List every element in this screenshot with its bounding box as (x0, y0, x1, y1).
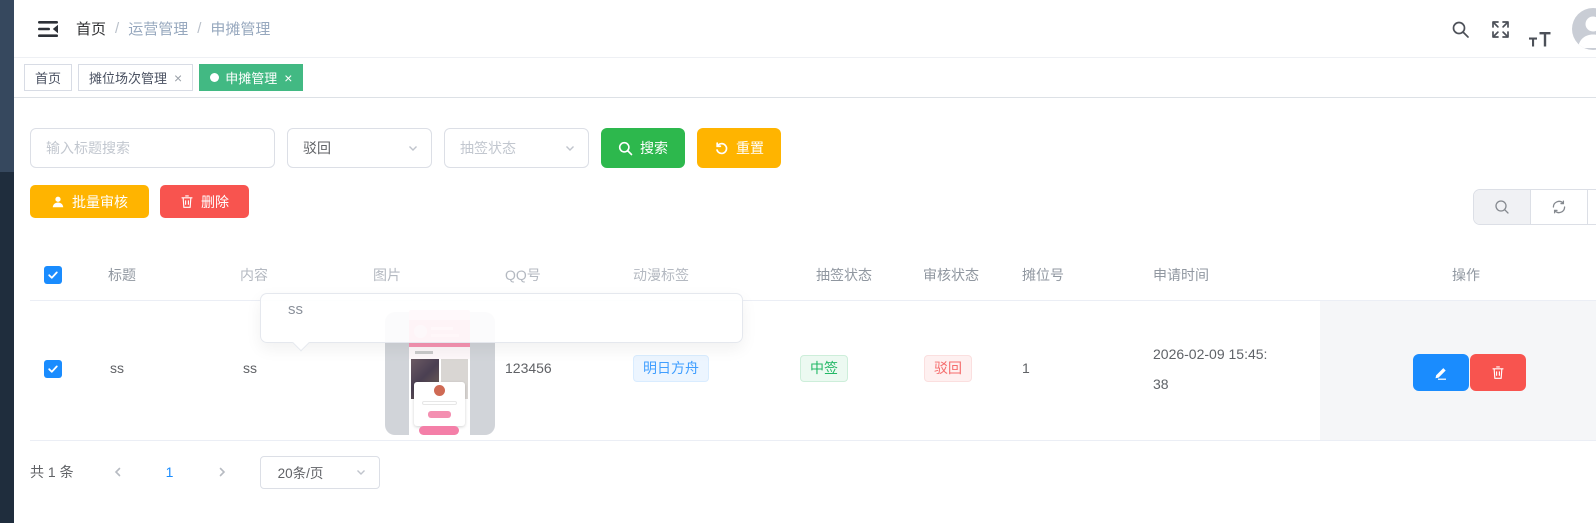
breadcrumb-separator: / (197, 20, 201, 37)
tooltip-text: ss (288, 301, 303, 318)
pagination: 共 1 条 1 20条/页 (30, 452, 380, 492)
column-header-actions: 操作 (1452, 250, 1480, 300)
navbar: 首页 / 运营管理 / 申摊管理 (14, 0, 1596, 58)
column-header-lottery-status: 抽签状态 (816, 250, 872, 300)
breadcrumb-separator: / (115, 20, 119, 37)
tags-view-bar: 首页 摊位场次管理 × 申摊管理 × (14, 58, 1596, 98)
search-button[interactable]: 搜索 (601, 128, 685, 168)
table-row-border (30, 440, 1596, 441)
tab-close-icon[interactable]: × (174, 71, 182, 85)
bulk-delete-button[interactable]: 删除 (160, 185, 249, 218)
check-icon (47, 363, 59, 375)
tab-home[interactable]: 首页 (24, 64, 72, 91)
chevron-right-icon (216, 466, 228, 478)
navbar-right (1440, 0, 1596, 58)
refresh-icon (714, 141, 729, 156)
review-status-tag: 驳回 (924, 355, 972, 382)
row-delete-button[interactable] (1470, 354, 1526, 391)
page-number-current[interactable]: 1 (152, 464, 188, 480)
reset-button[interactable]: 重置 (697, 128, 781, 168)
anime-tag: 明日方舟 (633, 355, 709, 382)
title-search-input[interactable] (30, 128, 275, 168)
font-size-icon[interactable] (1520, 9, 1560, 49)
lottery-status-select[interactable]: 抽签状态 (444, 128, 589, 168)
chevron-down-icon (564, 142, 576, 154)
content-tooltip: ss (260, 293, 743, 343)
check-icon (47, 269, 59, 281)
toolbar-column-settings-button[interactable] (1588, 190, 1596, 224)
search-icon (1494, 199, 1510, 215)
trash-icon (180, 194, 194, 209)
chevron-down-icon (355, 466, 367, 478)
table-toolbar (1473, 189, 1596, 225)
sidebar-active-item[interactable] (0, 0, 14, 172)
cell-qq: 123456 (505, 360, 552, 376)
bulk-action-bar: 批量审核 删除 (30, 185, 249, 218)
pencil-icon (1433, 365, 1449, 381)
search-button-label: 搜索 (640, 138, 668, 158)
tab-label: 申摊管理 (225, 68, 277, 87)
user-avatar[interactable] (1572, 8, 1596, 50)
header-search-icon[interactable] (1440, 9, 1480, 49)
refresh-icon (1551, 199, 1567, 215)
active-tab-dot (210, 73, 219, 82)
cell-title: ss (110, 360, 124, 376)
column-header-apply-time: 申请时间 (1153, 250, 1209, 300)
batch-review-button[interactable]: 批量审核 (30, 185, 149, 218)
tab-close-icon[interactable]: × (284, 71, 292, 85)
toolbar-refresh-button[interactable] (1531, 190, 1588, 224)
tab-booth-session-mgmt[interactable]: 摊位场次管理 × (78, 64, 193, 91)
reset-button-label: 重置 (736, 138, 764, 158)
cell-booth-no: 1 (1022, 360, 1030, 376)
toolbar-search-toggle-button[interactable] (1474, 190, 1531, 224)
prev-page-button[interactable] (102, 456, 134, 488)
chevron-left-icon (112, 466, 124, 478)
review-status-select[interactable]: 驳回 (287, 128, 432, 168)
column-header-title: 标题 (108, 250, 136, 300)
hamburger-icon[interactable] (30, 11, 66, 47)
batch-review-label: 批量审核 (72, 192, 128, 212)
page-size-value: 20条/页 (278, 462, 324, 482)
tab-label: 摊位场次管理 (89, 68, 167, 87)
page-size-select[interactable]: 20条/页 (260, 456, 380, 489)
filter-bar: 驳回 抽签状态 搜索 重置 (30, 128, 781, 168)
search-icon (618, 141, 633, 156)
breadcrumb-home[interactable]: 首页 (76, 18, 106, 39)
trash-icon (1491, 365, 1505, 380)
cell-content: ss (243, 360, 257, 376)
lottery-status-select-placeholder: 抽签状态 (460, 138, 516, 158)
tab-booth-apply-mgmt-active[interactable]: 申摊管理 × (199, 64, 303, 91)
breadcrumb: 首页 / 运营管理 / 申摊管理 (76, 18, 270, 39)
column-header-review-status: 审核状态 (923, 250, 979, 300)
bulk-delete-label: 删除 (201, 192, 229, 212)
collapsed-sidebar[interactable] (0, 0, 14, 523)
chevron-down-icon (407, 142, 419, 154)
pagination-total: 共 1 条 (30, 462, 74, 482)
tab-label: 首页 (35, 68, 61, 87)
row-edit-button[interactable] (1413, 354, 1469, 391)
cell-apply-time: 2026-02-09 15:45:38 (1153, 339, 1273, 399)
next-page-button[interactable] (206, 456, 238, 488)
fullscreen-icon[interactable] (1480, 9, 1520, 49)
column-header-booth-no: 摊位号 (1022, 250, 1064, 300)
app-window: 首页 / 运营管理 / 申摊管理 (0, 0, 1596, 523)
review-status-select-value: 驳回 (303, 138, 331, 158)
row-checkbox[interactable] (44, 360, 62, 378)
user-icon (51, 195, 65, 209)
lottery-status-tag: 中签 (800, 355, 848, 382)
breadcrumb-operation-mgmt[interactable]: 运营管理 (128, 18, 188, 39)
table-header: 标题 内容 图片 QQ号 动漫标签 抽签状态 审核状态 摊位号 申请时间 操作 (14, 250, 1596, 300)
breadcrumb-current: 申摊管理 (210, 18, 270, 39)
table-row: ss ss 123456 明日方舟 中签 驳回 1 (14, 301, 1596, 440)
select-all-checkbox[interactable] (44, 266, 62, 284)
